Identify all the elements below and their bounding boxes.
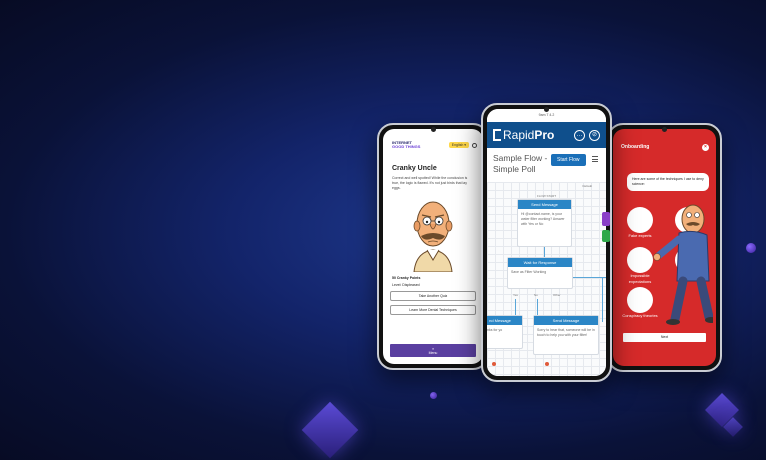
node-header: Send Message [534, 316, 598, 325]
internet-good-things-logo: INTERNET GOOD THINGS [392, 141, 422, 149]
logo-pro: Pro [534, 128, 555, 142]
branch-no[interactable]: No [534, 293, 538, 297]
language-select[interactable]: English ▾ [448, 142, 469, 148]
connector [572, 277, 606, 278]
node-body: Hi @contact.name, is your water filter w… [521, 212, 565, 226]
next-button[interactable]: Next [623, 333, 706, 342]
app-header: INTERNET GOOD THINGS English ▾ [383, 129, 483, 151]
onboarding-title: Onboarding [621, 144, 650, 150]
flow-start-label: FLOW START [537, 194, 557, 198]
flow-titlebar: Sample Flow - Simple Poll Start Flow [487, 148, 606, 182]
speech-bubble: Here are some of the techniques I use to… [627, 173, 709, 191]
menu-label: Menu [428, 351, 438, 355]
header-actions: English ▾ [448, 142, 477, 148]
flow-canvas[interactable]: Default FLOW START Send Message Hi @cont… [487, 182, 606, 376]
purple-side-tab [602, 212, 610, 226]
points-text: 50 Cranky Points [392, 276, 421, 280]
chat-icon[interactable]: … [574, 129, 585, 141]
send-message-node-right[interactable]: Send Message Sorry to hear that, someone… [533, 315, 599, 355]
connector [602, 277, 603, 322]
phone-onboarding: Onboarding × Here are some of the techni… [607, 123, 722, 372]
rapidpro-logo: Rapid Pro [493, 128, 554, 142]
search-icon[interactable] [472, 142, 477, 148]
feedback-text: Correct and well spotted! While the conc… [392, 176, 468, 190]
screen-onboarding: Onboarding × Here are some of the techni… [613, 129, 716, 366]
node-header: Wait for Response [508, 258, 572, 267]
node-body: Thanks for yo [487, 328, 503, 332]
logo-rapid: Rapid [503, 128, 535, 142]
conspiracy-theories-icon [627, 287, 653, 313]
page-title: Cranky Uncle [392, 165, 437, 172]
node-header: Send Message [518, 200, 571, 209]
flow-title: Sample Flow - Simple Poll [493, 153, 548, 174]
logo-line2: GOOD THINGS [392, 144, 421, 149]
phone-rapidpro: 9am T 4.2 Rapid Pro … ⊘ Sample Flow - Sim… [481, 103, 612, 382]
compass-icon[interactable]: ⊘ [589, 129, 600, 141]
fake-experts-icon [627, 207, 653, 233]
cranky-uncle-illustration [404, 196, 462, 273]
appbar-icons: … ⊘ [574, 129, 600, 141]
menu-button[interactable]: ≡ Menu [390, 344, 476, 357]
exit-dot-right[interactable] [545, 362, 549, 366]
connector [537, 299, 538, 315]
learn-more-button[interactable]: Learn More Denial Techniques [390, 305, 476, 315]
wait-for-response-node[interactable]: Wait for Response Save as Filter Working [507, 257, 573, 289]
send-message-node[interactable]: Send Message Hi @contact.name, is your w… [517, 199, 572, 247]
branch-yes[interactable]: Yes [513, 293, 518, 297]
screen-cranky-uncle: INTERNET GOOD THINGS English ▾ Cranky Un… [383, 129, 483, 364]
level-text: Level: Displeased [392, 283, 420, 287]
take-another-quiz-button[interactable]: Take Another Quiz [390, 291, 476, 301]
green-side-tab [602, 230, 610, 242]
camera-dot [430, 127, 436, 132]
send-message-node-left[interactable]: nd Message Thanks for yo [487, 315, 523, 349]
phone-cranky-uncle: INTERNET GOOD THINGS English ▾ Cranky Un… [377, 123, 489, 370]
impossible-expectations-icon [627, 247, 653, 273]
connector [544, 247, 545, 257]
connector [515, 299, 516, 315]
close-icon[interactable]: × [702, 143, 709, 151]
camera-dot [544, 107, 549, 112]
onboarding-header: Onboarding × [613, 129, 716, 153]
branch-other[interactable]: Other [553, 293, 561, 297]
default-label: Default [582, 184, 592, 188]
purple-orb-right [746, 243, 756, 253]
purple-orb-small [430, 392, 437, 399]
crystal-decoration-bottom [301, 401, 359, 459]
exit-dot-left[interactable] [492, 362, 496, 366]
cranky-uncle-character [653, 191, 716, 331]
rapidpro-mark-icon [493, 129, 501, 141]
node-body: Save as Filter Working [511, 270, 547, 274]
screen-rapidpro: 9am T 4.2 Rapid Pro … ⊘ Sample Flow - Sim… [487, 109, 606, 376]
node-body: Sorry to hear that, someone will be in t… [537, 328, 595, 337]
start-flow-button[interactable]: Start Flow [551, 154, 586, 166]
node-header: nd Message [487, 316, 522, 325]
camera-dot [662, 127, 667, 132]
rapidpro-appbar: Rapid Pro … ⊘ [487, 122, 606, 148]
hamburger-menu-icon[interactable] [592, 156, 598, 164]
